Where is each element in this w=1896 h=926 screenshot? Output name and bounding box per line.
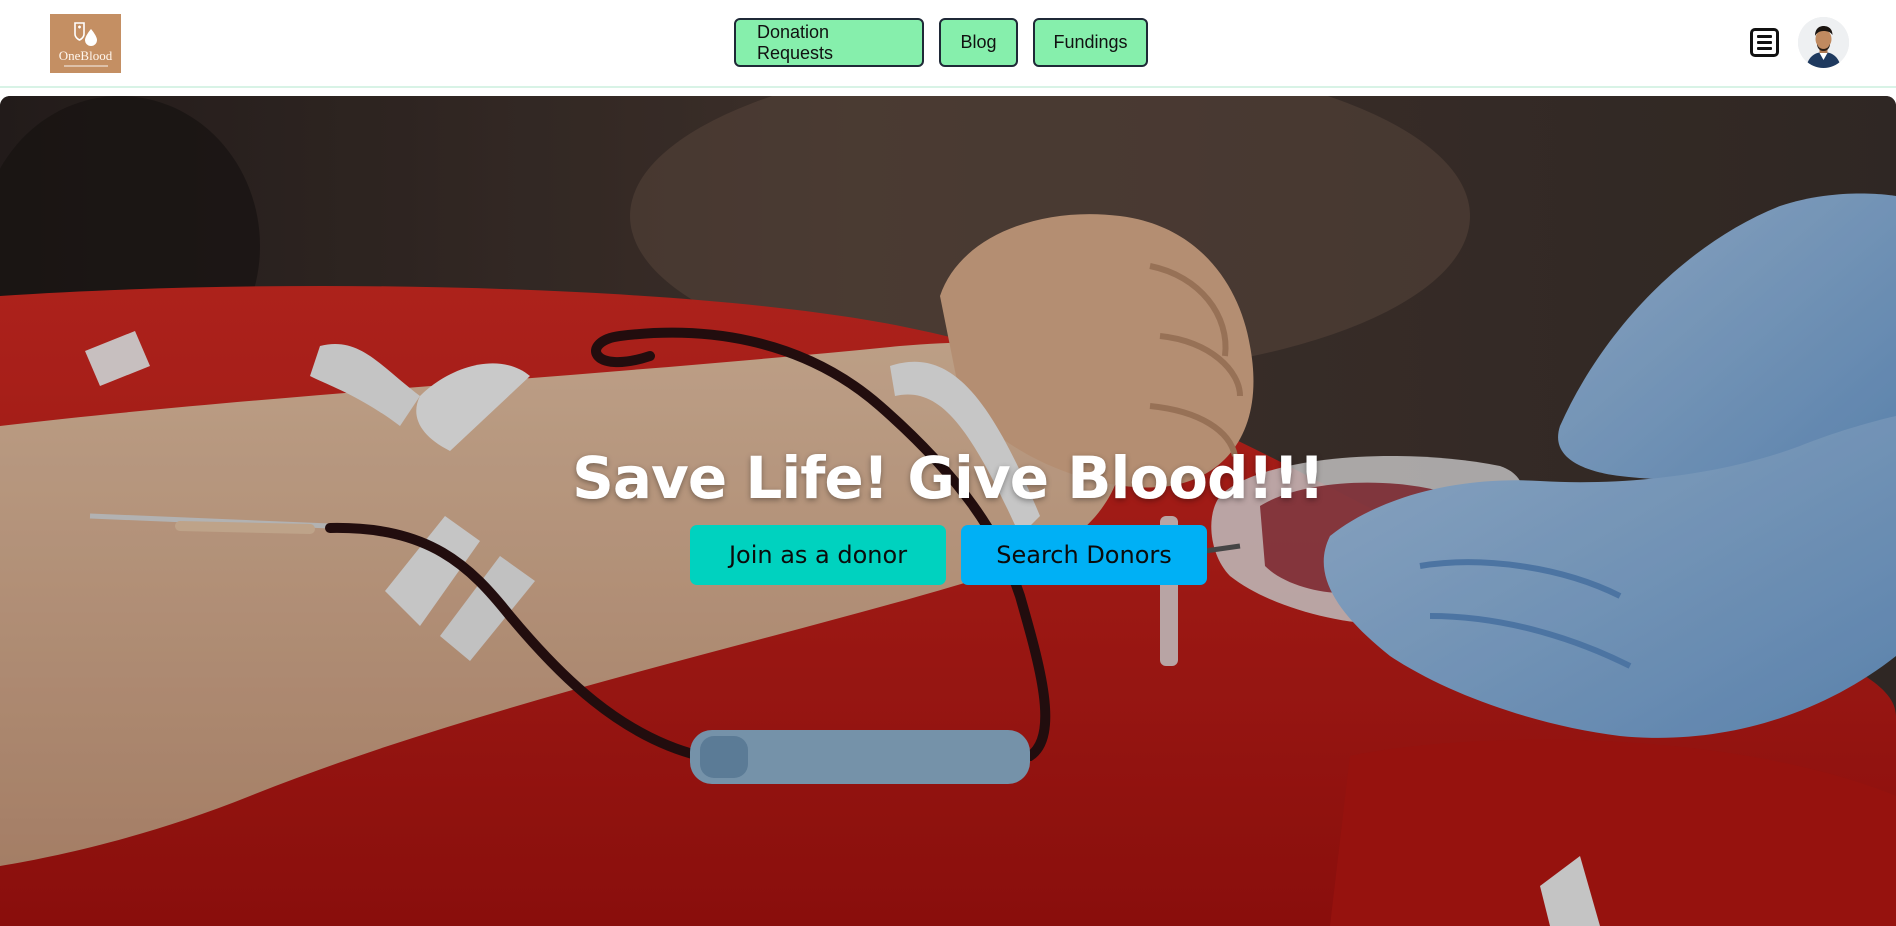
user-avatar[interactable] [1798,17,1849,68]
user-avatar-icon [1798,17,1849,68]
join-as-donor-button[interactable]: Join as a donor [690,525,946,585]
search-donors-button[interactable]: Search Donors [961,525,1207,585]
nav-fundings[interactable]: Fundings [1033,18,1148,67]
navbar: OneBlood Donation Requests Blog Fundings [0,0,1896,88]
brand-name: OneBlood [58,47,113,63]
menu-bar-3 [1757,47,1772,50]
hamburger-menu-icon[interactable] [1750,28,1779,57]
brand-tagline-line [63,64,108,67]
brand-logo[interactable]: OneBlood [50,14,121,73]
hero-title: Save Life! Give Blood!!! [572,444,1325,512]
nav-donation-requests[interactable]: Donation Requests [734,18,924,67]
menu-bar-1 [1757,35,1772,38]
nav-blog[interactable]: Blog [939,18,1018,67]
hero-banner: Save Life! Give Blood!!! Join as a donor… [0,96,1896,926]
main-nav: Donation Requests Blog Fundings [734,18,1148,67]
menu-bar-2 [1757,41,1772,44]
hero-actions: Join as a donor Search Donors [690,525,1207,585]
blood-drop-logo-icon [73,21,97,46]
